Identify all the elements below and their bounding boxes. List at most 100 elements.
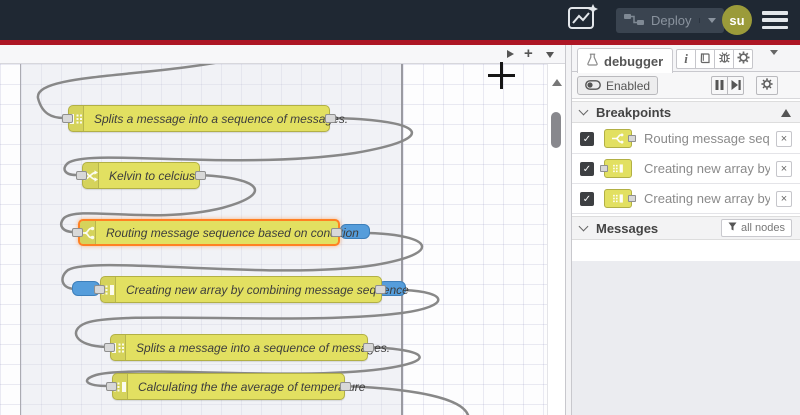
node-label: Creating new array by combining message … bbox=[126, 282, 409, 297]
node-label: Splits a message into a sequence of mess… bbox=[136, 340, 391, 355]
node-label: Calculating the the average of temperatu… bbox=[138, 379, 366, 394]
breakpoints-section-header[interactable]: Breakpoints bbox=[572, 101, 800, 123]
input-port[interactable] bbox=[94, 285, 105, 294]
node-label: Kelvin to celcius bbox=[109, 168, 196, 183]
debug-bug-button[interactable] bbox=[714, 49, 734, 69]
chevron-down-icon bbox=[578, 221, 589, 232]
pause-button[interactable] bbox=[711, 76, 728, 95]
remove-breakpoint-button[interactable]: × bbox=[776, 161, 792, 177]
workspace-tabstrip: + bbox=[0, 45, 565, 64]
input-port[interactable] bbox=[106, 382, 117, 391]
output-port bbox=[628, 135, 636, 142]
enabled-label: Enabled bbox=[606, 78, 651, 93]
breakpoint-row: ✓ Creating new array by combini × bbox=[572, 154, 800, 184]
input-port bbox=[600, 165, 608, 172]
debugger-flask-icon bbox=[587, 53, 598, 69]
canvas-scrollbar[interactable] bbox=[547, 64, 565, 415]
join-node-badge bbox=[604, 189, 636, 208]
breakpoint-checkbox[interactable]: ✓ bbox=[580, 132, 594, 146]
node-join-array[interactable]: Creating new array by combining message … bbox=[100, 276, 409, 303]
input-port[interactable] bbox=[104, 343, 115, 352]
output-port[interactable] bbox=[363, 343, 374, 352]
messages-title: Messages bbox=[596, 220, 659, 236]
scrollbar-thumb[interactable] bbox=[551, 112, 561, 148]
remove-breakpoint-button[interactable]: × bbox=[776, 191, 792, 207]
breakpoint-row: ✓ Creating new array by combini × bbox=[572, 184, 800, 214]
output-port bbox=[628, 195, 636, 202]
chevron-down-icon bbox=[770, 50, 778, 70]
messages-empty-area bbox=[572, 261, 800, 415]
workspace[interactable]: Splits a message into a sequence of mess… bbox=[0, 64, 565, 415]
close-icon: × bbox=[780, 163, 788, 175]
avatar-initials: su bbox=[729, 12, 745, 28]
sidebar-tab-buttons: i bbox=[676, 49, 753, 69]
messages-section-header[interactable]: Messages all nodes bbox=[572, 216, 800, 240]
check-icon: ✓ bbox=[582, 163, 592, 175]
help-book-button[interactable] bbox=[695, 49, 715, 69]
remove-breakpoint-button[interactable]: × bbox=[776, 131, 792, 147]
app-header: Deploy su bbox=[0, 0, 800, 40]
transport-buttons bbox=[711, 76, 744, 95]
add-flow-button[interactable]: + bbox=[524, 45, 533, 63]
main-menu-button[interactable] bbox=[762, 11, 788, 29]
funnel-icon bbox=[728, 222, 737, 234]
breakpoint-row: ✓ Routing message sequence ba × bbox=[572, 124, 800, 154]
output-port[interactable] bbox=[325, 114, 336, 123]
node-label: Splits a message into a sequence of mess… bbox=[94, 111, 349, 126]
input-port[interactable] bbox=[62, 114, 73, 123]
sidebar-splitter[interactable] bbox=[565, 45, 572, 415]
input-port[interactable] bbox=[76, 171, 87, 180]
flow-canvas: + Splits a message into a sequence of me… bbox=[0, 45, 565, 415]
debugger-toolbar: Enabled bbox=[572, 72, 800, 99]
breakpoint-checkbox[interactable]: ✓ bbox=[580, 192, 594, 206]
sidebar: debugger i Enabled Breakpoints ✓ Routing… bbox=[572, 45, 800, 415]
image-export-button[interactable] bbox=[563, 4, 603, 36]
scroll-up-icon[interactable] bbox=[781, 109, 791, 117]
toggle-icon bbox=[585, 79, 601, 93]
gear-icon bbox=[736, 51, 750, 67]
sidebar-tabbar: debugger i bbox=[572, 45, 800, 73]
flow-list-icon[interactable] bbox=[546, 52, 554, 58]
settings-button[interactable] bbox=[733, 49, 753, 69]
filter-label: all nodes bbox=[740, 222, 785, 234]
node-change-kelvin[interactable]: Kelvin to celcius bbox=[82, 162, 200, 189]
node-label: Routing message sequence based on condit… bbox=[106, 225, 359, 240]
message-filter-button[interactable]: all nodes bbox=[720, 219, 792, 237]
output-port[interactable] bbox=[331, 228, 342, 237]
node-split-1[interactable]: Splits a message into a sequence of mess… bbox=[68, 105, 348, 132]
close-icon: × bbox=[780, 133, 788, 145]
chevron-down-icon bbox=[578, 105, 589, 116]
image-sparkle-icon bbox=[567, 4, 599, 36]
enabled-toggle-button[interactable]: Enabled bbox=[577, 76, 659, 95]
node-switch-routing[interactable]: Routing message sequence based on condit… bbox=[78, 219, 359, 246]
node-join-average[interactable]: Calculating the the average of temperatu… bbox=[112, 373, 365, 400]
breakpoint-checkbox[interactable]: ✓ bbox=[580, 162, 594, 176]
tab-debugger[interactable]: debugger bbox=[577, 48, 674, 73]
deploy-dropdown-button[interactable] bbox=[699, 18, 717, 23]
deploy-label: Deploy bbox=[651, 13, 692, 28]
sidebar-menu-caret[interactable] bbox=[770, 50, 778, 70]
output-port[interactable] bbox=[340, 382, 351, 391]
output-port[interactable] bbox=[375, 285, 386, 294]
breakpoint-label: Routing message sequence ba bbox=[644, 131, 770, 146]
scroll-up-icon[interactable] bbox=[552, 79, 562, 86]
step-button[interactable] bbox=[727, 76, 744, 95]
user-avatar[interactable]: su bbox=[722, 5, 752, 35]
pause-icon bbox=[715, 78, 724, 93]
output-port[interactable] bbox=[195, 171, 206, 180]
breakpoints-title: Breakpoints bbox=[596, 104, 672, 120]
tab-label: debugger bbox=[604, 53, 664, 69]
breakpoint-label: Creating new array by combini bbox=[644, 191, 770, 206]
check-icon: ✓ bbox=[582, 133, 592, 145]
hamburger-icon bbox=[762, 11, 788, 15]
info-button[interactable]: i bbox=[676, 49, 696, 69]
bug-icon bbox=[718, 51, 731, 67]
join-node-badge bbox=[600, 159, 632, 178]
node-split-2[interactable]: Splits a message into a sequence of mess… bbox=[110, 334, 390, 361]
breakpoint-label: Creating new array by combini bbox=[644, 161, 770, 176]
tab-scroll-right-icon[interactable] bbox=[507, 50, 514, 58]
check-icon: ✓ bbox=[582, 193, 592, 205]
debugger-settings-button[interactable] bbox=[756, 76, 778, 95]
deploy-button[interactable]: Deploy bbox=[616, 8, 725, 33]
input-port[interactable] bbox=[72, 228, 83, 237]
